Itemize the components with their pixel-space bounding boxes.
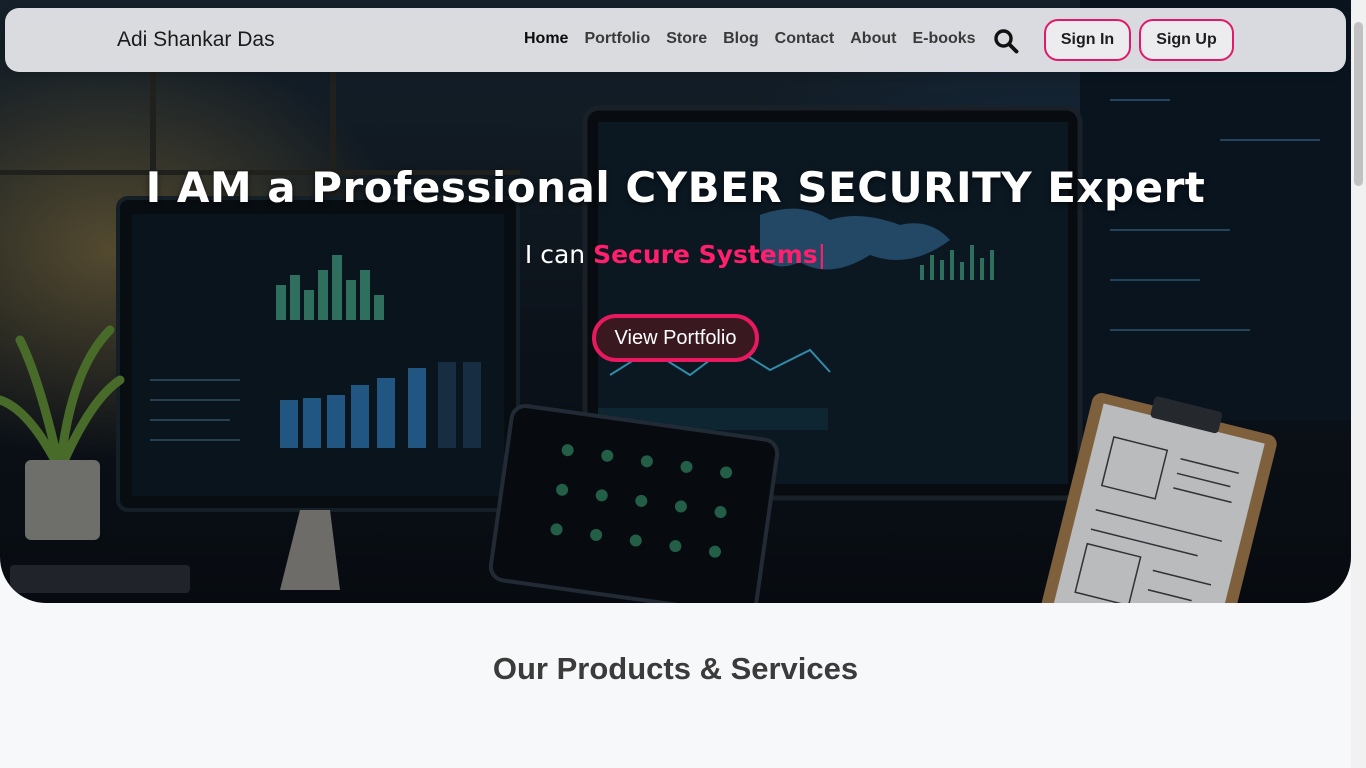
hero-title: I AM a Professional CYBER SECURITY Exper… [145, 163, 1206, 212]
hero-typed-text: Secure Systems [593, 240, 818, 269]
nav-link-ebooks[interactable]: E-books [912, 30, 975, 48]
nav-link-home[interactable]: Home [524, 30, 568, 48]
sign-up-button[interactable]: Sign Up [1139, 19, 1234, 61]
sign-in-button[interactable]: Sign In [1044, 19, 1131, 61]
typing-caret: | [817, 240, 827, 269]
nav-link-store[interactable]: Store [666, 30, 707, 48]
brand-name[interactable]: Adi Shankar Das [117, 28, 275, 52]
nav-link-about[interactable]: About [850, 30, 896, 48]
hero-section: I AM a Professional CYBER SECURITY Exper… [0, 0, 1351, 603]
navbar: Adi Shankar Das Home Portfolio Store Blo… [5, 8, 1346, 72]
scrollbar-thumb[interactable] [1354, 22, 1363, 186]
nav-link-contact[interactable]: Contact [775, 30, 835, 48]
hero-subtitle-prefix: I can [524, 240, 586, 269]
nav-links: Home Portfolio Store Blog Contact About … [524, 30, 976, 48]
view-portfolio-button[interactable]: View Portfolio [592, 314, 759, 362]
search-icon[interactable] [993, 28, 1019, 54]
hero-overlay [0, 0, 1351, 603]
nav-link-blog[interactable]: Blog [723, 30, 759, 48]
products-services-heading: Our Products & Services [492, 651, 859, 686]
page-scrollbar[interactable] [1351, 0, 1366, 768]
nav-link-portfolio[interactable]: Portfolio [584, 30, 650, 48]
hero-subtitle: I can Secure Systems| [0, 240, 1351, 269]
